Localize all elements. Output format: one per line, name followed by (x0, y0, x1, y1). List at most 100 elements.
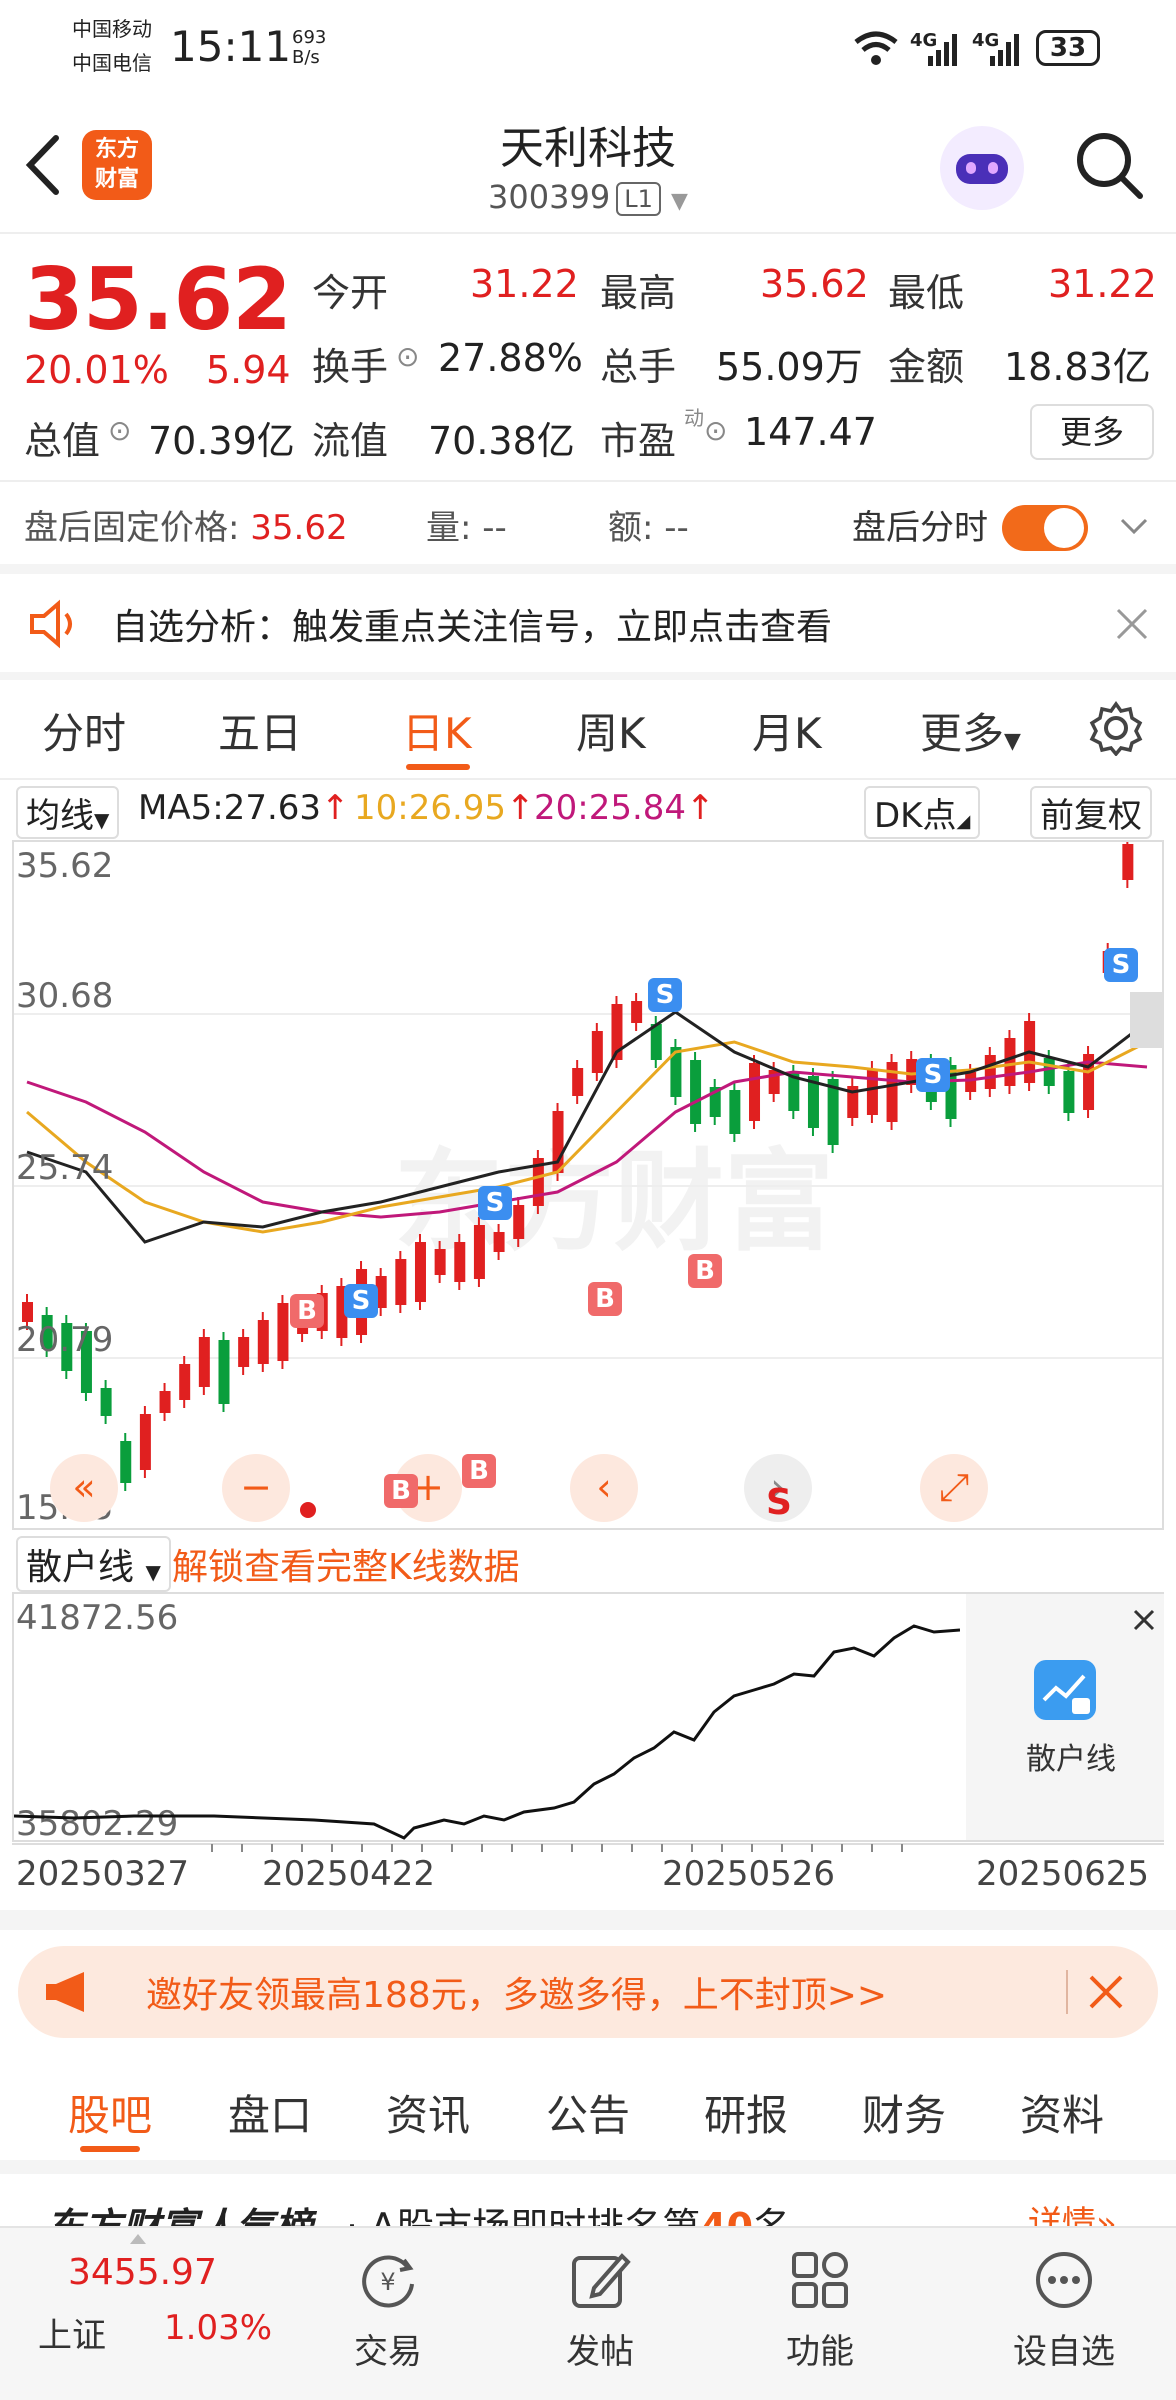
nav-trade[interactable]: ¥ 交易 (308, 2248, 468, 2373)
tab-research[interactable]: 研报 (704, 2082, 788, 2143)
notice-text: 自选分析：触发重点关注信号，立即点击查看 (112, 607, 833, 648)
tab-weekly-k[interactable]: 周K (576, 700, 646, 761)
more-button[interactable]: 更多 (1030, 404, 1154, 460)
change-pct: 20.01% (24, 348, 169, 392)
gear-icon[interactable] (1088, 700, 1144, 756)
tab-daily-k[interactable]: 日K (402, 700, 472, 761)
high-label: 最高 (600, 271, 677, 315)
section-gap (0, 564, 1176, 574)
index-name: 上证 (38, 2316, 106, 2356)
buy-signal-icon[interactable]: B (688, 1254, 722, 1288)
index-value[interactable]: 3455.97 (68, 2252, 217, 2293)
indicator-select-label: 均线 (26, 796, 94, 836)
candle (473, 1225, 485, 1279)
open-value: 31.22 (470, 262, 579, 306)
after-hours-price-value: 35.62 (250, 508, 348, 548)
carrier-1: 中国移动 (72, 17, 152, 41)
red-dot (300, 1502, 316, 1518)
sell-signal-icon[interactable]: S (1104, 948, 1138, 982)
info-icon[interactable]: ⊙ (108, 414, 131, 447)
signal-1-icon (928, 34, 957, 66)
turnover-label: 换手 (312, 345, 389, 389)
close-icon[interactable] (1132, 1608, 1156, 1632)
search-icon[interactable] (1072, 128, 1146, 202)
buy-signal-icon[interactable]: B (462, 1454, 496, 1488)
fullscreen-button[interactable]: ⤢ (920, 1454, 988, 1522)
candle (965, 1072, 977, 1092)
tab-finance[interactable]: 财务 (862, 2082, 946, 2143)
dk-point-button[interactable]: DK点◢ (864, 786, 981, 839)
detail-link[interactable]: 详情» (1028, 2196, 1117, 2228)
close-icon[interactable] (1114, 606, 1150, 642)
tab-news[interactable]: 资讯 (386, 2082, 470, 2143)
buy-signal-icon[interactable]: B (588, 1282, 622, 1316)
nav-function[interactable]: 功能 (740, 2248, 900, 2373)
sell-signal-icon[interactable]: S (344, 1284, 378, 1318)
nav-trade-label: 交易 (354, 2332, 422, 2372)
chevron-down-icon[interactable] (1118, 516, 1150, 538)
level-badge: L1 (616, 182, 661, 216)
adjust-button[interactable]: 前复权 (1030, 786, 1152, 839)
date-label: 20250526 (662, 1854, 836, 1894)
status-bar: 中国移动 中国电信 15:11 693 B/s 4G 4G 33 (0, 0, 1176, 96)
candle (631, 1001, 643, 1023)
unlock-link[interactable]: 解锁查看完整K线数据 (172, 1538, 520, 1590)
stock-code-text: 300399 (488, 178, 611, 216)
nav-add-watchlist[interactable]: 设自选 (984, 2248, 1144, 2373)
ma5-text: MA5:27.63 (138, 788, 322, 828)
tab-timeshare[interactable]: 分时 (42, 700, 126, 761)
notice-banner[interactable]: 自选分析：触发重点关注信号，立即点击查看 (0, 574, 1176, 682)
tab-five-day[interactable]: 五日 (218, 700, 302, 761)
info-icon[interactable]: ⊙ (396, 340, 419, 373)
sell-signal-icon[interactable]: S (478, 1186, 512, 1220)
ma5-value: MA5:27.63↑ (138, 788, 350, 828)
tab-profile[interactable]: 资料 (1020, 2082, 1104, 2143)
tab-monthly-k[interactable]: 月K (752, 700, 822, 761)
index-change: 1.03% (164, 2308, 273, 2348)
candle (257, 1320, 269, 1364)
arrow-up-icon: ↑ (321, 788, 350, 828)
tab-pankou[interactable]: 盘口 (228, 2082, 312, 2143)
bottom-nav: 3455.97 上证 1.03% ¥ 交易 发帖 功能 设自选 (0, 2226, 1176, 2400)
popularity-text: · A股市场即时排名第40名 (346, 2196, 791, 2228)
net-speed-unit: B/s (292, 47, 320, 68)
toggle-knob (1044, 508, 1084, 548)
lock-overlay[interactable]: 散户线 (966, 1594, 1164, 1840)
sell-signal-icon[interactable]: S (648, 978, 682, 1012)
more-dots-icon (1036, 2252, 1092, 2308)
nav-post[interactable]: 发帖 (520, 2248, 680, 2373)
candle (395, 1259, 407, 1305)
sell-signal-icon[interactable]: S (916, 1058, 950, 1092)
retail-line-chart[interactable]: 41872.56 35802.29 散户线 (12, 1592, 1164, 1844)
tab-guba[interactable]: 股吧 (68, 2082, 152, 2143)
zoom-out-button[interactable]: − (222, 1454, 290, 1522)
open-label: 今开 (312, 271, 389, 315)
indicator-select[interactable]: 均线▼ (16, 786, 120, 839)
invite-divider (1066, 1970, 1068, 2014)
candle (159, 1391, 171, 1413)
buy-signal-icon[interactable]: B (290, 1294, 324, 1328)
sub-indicator-select[interactable]: 散户线 ▼ (16, 1536, 171, 1592)
caret-down-icon: ▼ (1004, 729, 1021, 754)
kline-chart[interactable]: 东方财富 35.62 30.68 25.74 20.79 15.85 « − +… (12, 840, 1164, 1530)
kline-svg (14, 842, 1162, 1491)
y-axis-label: 30.68 (16, 976, 114, 1016)
buy-signal-icon[interactable]: B (384, 1474, 418, 1508)
tab-more[interactable]: 更多▼ (920, 700, 1021, 761)
after-hours-amount-value: -- (664, 508, 689, 548)
popularity-strip[interactable]: 东方财富人气榜 · A股市场即时排名第40名 详情» (0, 2178, 1176, 2228)
candle (572, 1068, 584, 1096)
pe-label: 市盈 (600, 419, 677, 463)
date-label: 20250422 (262, 1854, 436, 1894)
robot-assistant-icon[interactable] (940, 126, 1024, 210)
candle (749, 1063, 761, 1121)
pe-superscript: 动 (684, 406, 704, 430)
prev-button[interactable]: ‹ (570, 1454, 638, 1522)
close-icon[interactable] (1088, 1974, 1124, 2010)
info-icon[interactable]: ⊙ (704, 414, 727, 447)
tab-announcement[interactable]: 公告 (546, 2082, 630, 2143)
rewind-button[interactable]: « (50, 1454, 118, 1522)
date-label: 20250625 (976, 1854, 1150, 1894)
candle (1122, 844, 1134, 880)
invite-banner[interactable]: 邀好友领最高188元，多邀多得，上不封顶>> (18, 1946, 1158, 2038)
